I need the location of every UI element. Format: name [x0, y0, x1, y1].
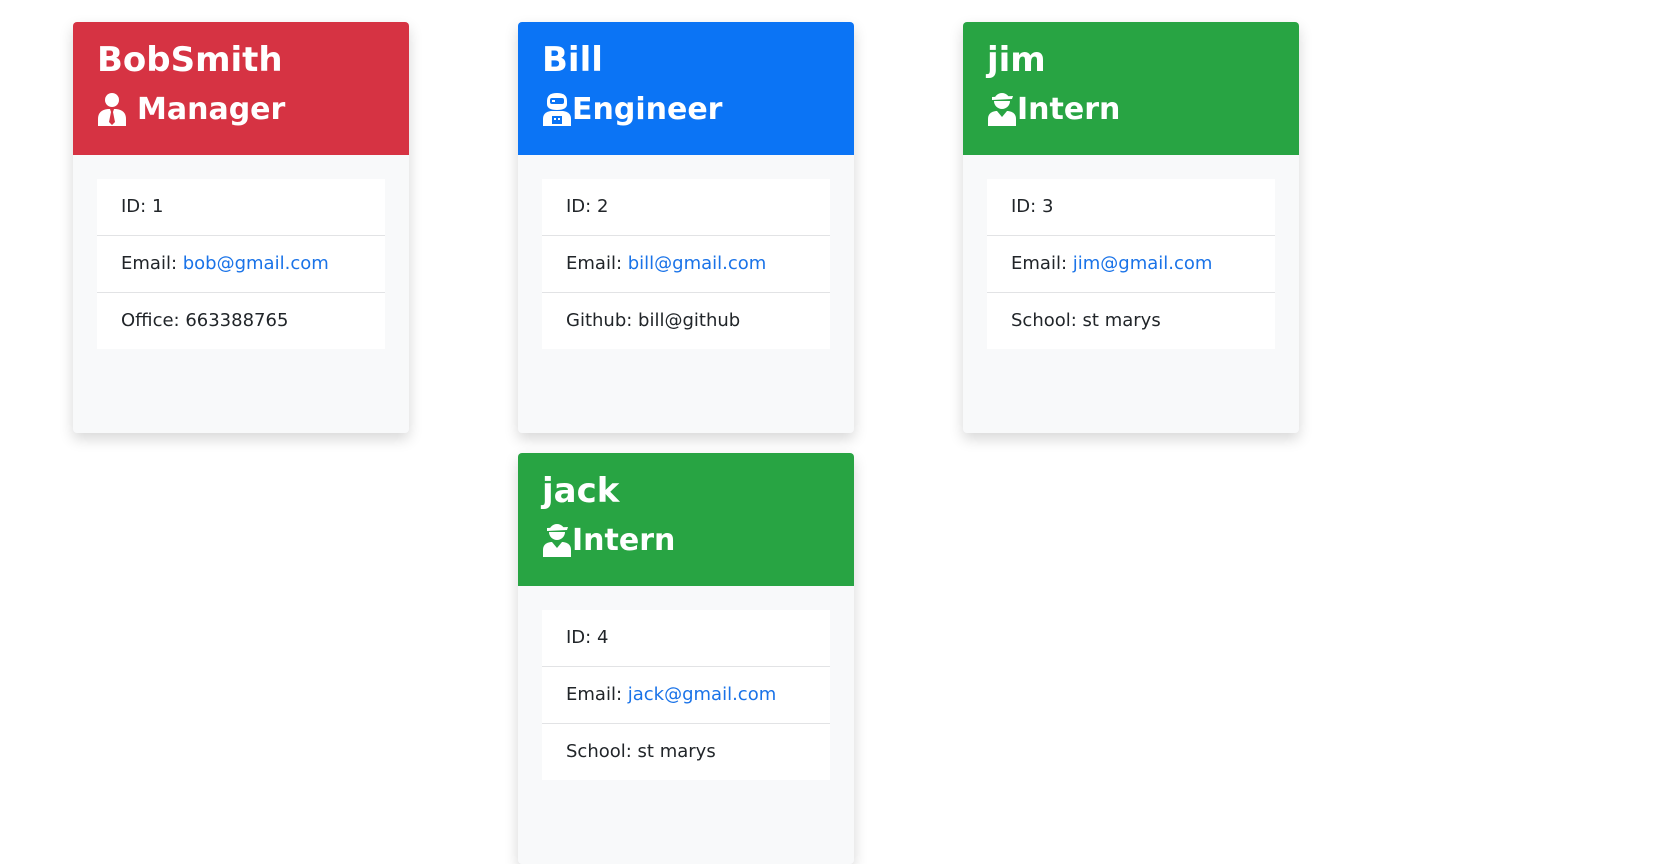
employee-name: jack	[542, 471, 620, 511]
id-value: 3	[1041, 196, 1054, 217]
id-row: ID: 4	[542, 610, 830, 667]
id-label: ID:	[566, 196, 597, 217]
details-list: ID: 3 Email: jim@gmail.com School: st ma…	[987, 179, 1275, 349]
intern-icon	[987, 92, 1017, 126]
employee-name: Bill	[542, 40, 603, 80]
intern-icon	[542, 523, 572, 557]
role-label: Intern	[1017, 91, 1121, 127]
details-list: ID: 1 Email: bob@gmail.com Office: 66338…	[97, 179, 385, 349]
employee-role: Intern	[987, 88, 1275, 130]
card-body: ID: 4 Email: jack@gmail.com School: st m…	[518, 586, 854, 780]
employee-card-manager: BobSmith Manager ID: 1 Email: bob@gmail.…	[73, 22, 409, 433]
id-row: ID: 1	[97, 179, 385, 236]
github-row: Github: bill@github	[542, 293, 830, 349]
employee-card-intern: jack Intern ID: 4 Email: jack@gmail.com	[518, 453, 854, 864]
employee-name: jim	[987, 40, 1046, 80]
id-label: ID:	[121, 196, 152, 217]
card-body: ID: 2 Email: bill@gmail.com Github: bill…	[518, 155, 854, 349]
team-page: BobSmith Manager ID: 1 Email: bob@gmail.…	[0, 0, 1673, 864]
email-label: Email:	[566, 253, 628, 274]
id-value: 4	[596, 627, 609, 648]
role-label: Engineer	[572, 91, 723, 127]
id-label: ID:	[566, 627, 597, 648]
email-label: Email:	[1011, 253, 1073, 274]
school-value: st marys	[1082, 310, 1161, 331]
manager-icon	[97, 92, 127, 126]
email-row: Email: jim@gmail.com	[987, 236, 1275, 293]
email-row: Email: jack@gmail.com	[542, 667, 830, 724]
office-row: Office: 663388765	[97, 293, 385, 349]
employee-card-engineer: Bill Engineer ID: 2 Email: bill@gmail.co…	[518, 22, 854, 433]
role-label: Intern	[572, 522, 676, 558]
email-row: Email: bob@gmail.com	[97, 236, 385, 293]
card-header: BobSmith Manager	[73, 22, 409, 155]
employee-role: Engineer	[542, 88, 830, 130]
email-link[interactable]: bob@gmail.com	[183, 253, 329, 274]
school-value: st marys	[637, 741, 716, 762]
office-label: Office:	[121, 310, 186, 331]
school-label: School:	[566, 741, 638, 762]
card-header: jim Intern	[963, 22, 1299, 155]
card-header: jack Intern	[518, 453, 854, 586]
employee-role: Intern	[542, 519, 830, 561]
email-link[interactable]: jim@gmail.com	[1073, 253, 1213, 274]
card-body: ID: 3 Email: jim@gmail.com School: st ma…	[963, 155, 1299, 349]
school-label: School:	[1011, 310, 1083, 331]
email-label: Email:	[566, 684, 628, 705]
id-label: ID:	[1011, 196, 1042, 217]
card-body: ID: 1 Email: bob@gmail.com Office: 66338…	[73, 155, 409, 349]
details-list: ID: 2 Email: bill@gmail.com Github: bill…	[542, 179, 830, 349]
engineer-icon	[542, 92, 572, 126]
school-row: School: st marys	[987, 293, 1275, 349]
email-link[interactable]: jack@gmail.com	[628, 684, 777, 705]
id-value: 2	[596, 196, 609, 217]
office-value: 663388765	[185, 310, 289, 331]
email-row: Email: bill@gmail.com	[542, 236, 830, 293]
details-list: ID: 4 Email: jack@gmail.com School: st m…	[542, 610, 830, 780]
id-row: ID: 3	[987, 179, 1275, 236]
id-value: 1	[151, 196, 164, 217]
id-row: ID: 2	[542, 179, 830, 236]
employee-role: Manager	[97, 88, 385, 130]
card-header: Bill Engineer	[518, 22, 854, 155]
employee-card-intern: jim Intern ID: 3 Email: jim@gmail.com Sc…	[963, 22, 1299, 433]
email-label: Email:	[121, 253, 183, 274]
employee-name: BobSmith	[97, 40, 283, 80]
github-value: bill@github	[638, 310, 741, 331]
github-label: Github:	[566, 310, 639, 331]
email-link[interactable]: bill@gmail.com	[628, 253, 767, 274]
school-row: School: st marys	[542, 724, 830, 780]
role-label: Manager	[137, 91, 286, 127]
